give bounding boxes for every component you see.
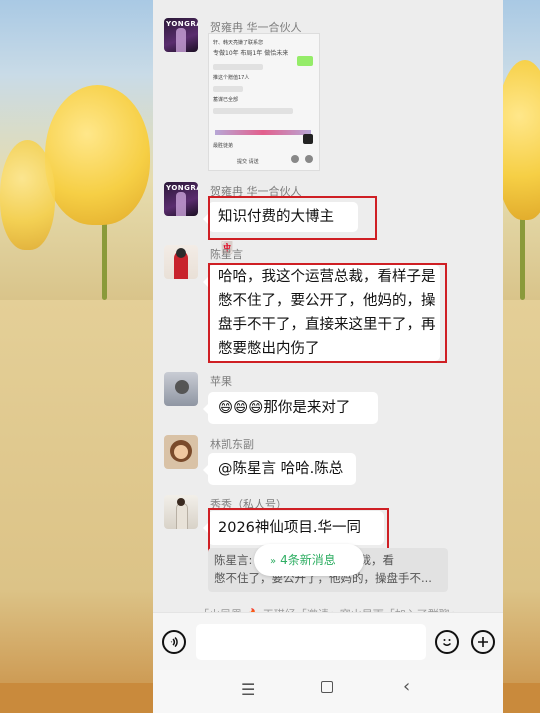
avatar[interactable] bbox=[164, 372, 198, 406]
message-item: YONGRAN 贺雍冉 华一合伙人 知识付费的大博主 🀄 bbox=[153, 180, 503, 255]
message-item: YONGRAN 贺雍冉 华一合伙人 轩、韩天亮嫌了联系您 专做10年 布局1年 … bbox=[153, 0, 503, 180]
avatar[interactable] bbox=[164, 495, 198, 529]
message-item: 陈星言 哈哈，我这个运营总裁，看样子是 憋不住了，要公开了，他妈的，操 盘手不干… bbox=[153, 240, 503, 370]
voice-icon[interactable] bbox=[162, 630, 186, 654]
back-icon[interactable]: ‹ bbox=[403, 676, 410, 697]
avatar[interactable]: YONGRAN bbox=[164, 182, 198, 216]
input-bar bbox=[153, 612, 503, 671]
sender-name: 秀秀（私人号） bbox=[210, 498, 287, 511]
message-item: 林凯东副 @陈星言 哈哈.陈总 bbox=[153, 433, 503, 493]
tulip-flower bbox=[45, 85, 150, 225]
message-bubble[interactable]: 知识付费的大博主 🀄 bbox=[203, 202, 358, 255]
home-icon[interactable] bbox=[321, 681, 333, 693]
message-input[interactable] bbox=[196, 624, 426, 660]
system-nav-bar: ☰ ‹ bbox=[153, 670, 503, 713]
new-messages-label: 4条新消息 bbox=[280, 553, 336, 567]
image-message[interactable]: 轩、韩天亮嫌了联系您 专做10年 布局1年 做恰未来 推这个赠值17人 蓄谋已全… bbox=[208, 33, 320, 171]
sender-name: 陈星言 bbox=[210, 248, 243, 261]
avatar[interactable]: YONGRAN bbox=[164, 18, 198, 52]
message-bubble[interactable]: 2026神仙项目.华一同创 bbox=[203, 511, 384, 570]
avatar[interactable] bbox=[164, 435, 198, 469]
new-messages-button[interactable]: » 4条新消息 bbox=[254, 544, 364, 576]
message-bubble[interactable]: @陈星言 哈哈.陈总 bbox=[203, 453, 356, 485]
menu-icon[interactable]: ☰ bbox=[241, 680, 255, 699]
plus-icon[interactable] bbox=[471, 630, 495, 654]
tulip-stem bbox=[520, 210, 525, 300]
message-item: 苹果 😄😄😄那你是来对了 bbox=[153, 370, 503, 430]
sender-name: 贺雍冉 华一合伙人 bbox=[210, 185, 302, 198]
tulip-flower bbox=[0, 140, 55, 250]
emoji-icon[interactable] bbox=[435, 630, 459, 654]
message-bubble[interactable]: 哈哈，我这个运营总裁，看样子是 憋不住了，要公开了，他妈的，操 盘手不干了，直接… bbox=[203, 265, 440, 361]
double-chevron-down-icon: » bbox=[270, 556, 277, 567]
sender-name: 林凯东副 bbox=[210, 438, 254, 451]
chat-screen: YONGRAN 贺雍冉 华一合伙人 轩、韩天亮嫌了联系您 专做10年 布局1年 … bbox=[153, 0, 503, 713]
avatar[interactable] bbox=[164, 245, 198, 279]
message-bubble[interactable]: 😄😄😄那你是来对了 bbox=[203, 392, 378, 424]
sender-name: 苹果 bbox=[210, 375, 232, 388]
